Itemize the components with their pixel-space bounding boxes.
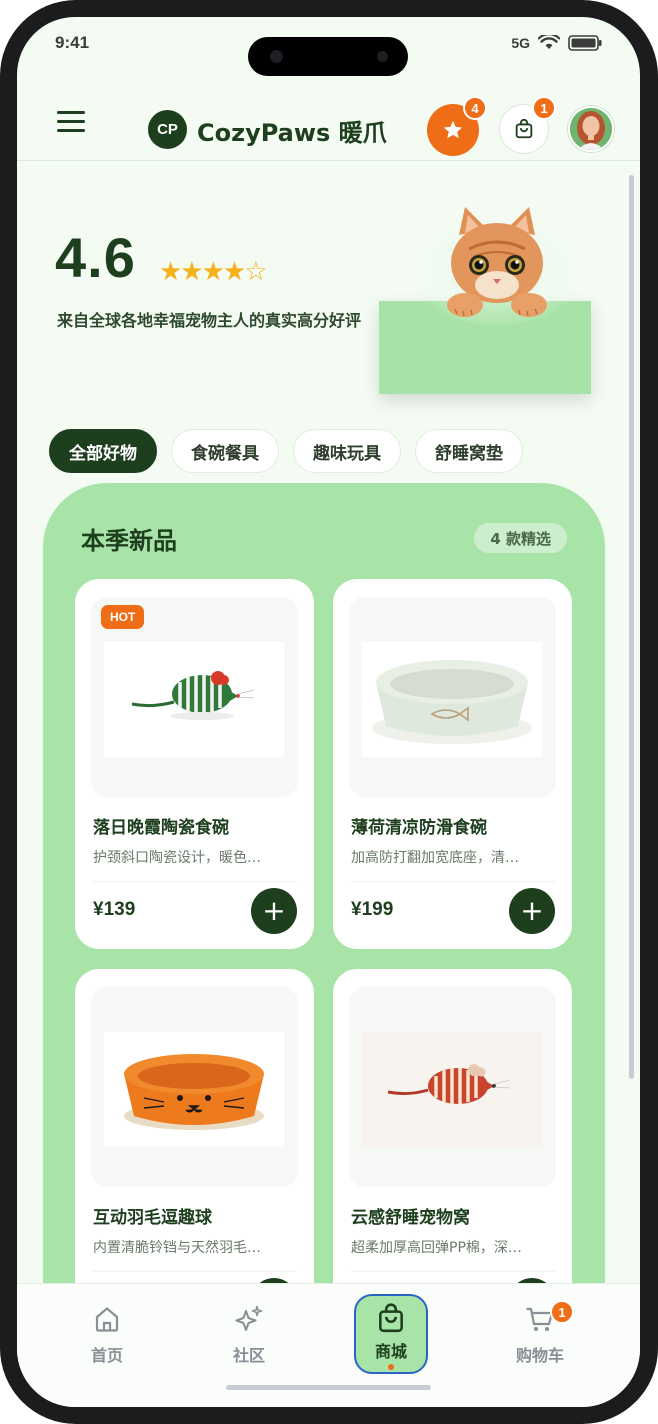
new-arrivals-panel: 本季新品 4 款精选 HOT 落日晚霞陶瓷食碗 护颈斜口陶瓷设计，暖色… ¥13… (43, 483, 605, 1343)
product-description: 护颈斜口陶瓷设计，暖色… (93, 850, 261, 866)
category-chips: 全部好物 食碗餐具 趣味玩具 舒睡窝垫 (49, 429, 523, 473)
scrollbar[interactable] (629, 175, 634, 1079)
shopping-bag-icon (515, 118, 533, 139)
tab-home[interactable]: 首页 (67, 1304, 147, 1366)
avatar-image (570, 108, 612, 150)
card-divider (93, 1271, 297, 1272)
product-price: ¥139 (93, 899, 136, 920)
rating-caption: 来自全球各地幸福宠物主人的真实高分好评 (57, 311, 362, 330)
home-icon (95, 1307, 119, 1332)
chip-all[interactable]: 全部好物 (49, 429, 157, 473)
product-name: 落日晚霞陶瓷食碗 (93, 818, 229, 838)
tab-community-label: 社区 (232, 1346, 265, 1365)
home-indicator (226, 1385, 431, 1390)
header-cart-button[interactable]: 1 (499, 96, 556, 154)
tab-community[interactable]: 社区 (209, 1304, 289, 1366)
red-mouse-toy-image (362, 1032, 542, 1147)
phone-frame: 9:41 5G CP CozyPaws 暖爪 4 1 4.6 ★★★★☆ 来自全… (0, 0, 658, 1424)
rating-hero: 4.6 ★★★★☆ 来自全球各地幸福宠物主人的真实高分好评 (17, 177, 640, 417)
cat-peeking-image (407, 205, 587, 325)
app-header: CP CozyPaws 暖爪 4 1 (17, 81, 640, 161)
star-icon (443, 120, 463, 139)
active-dot-icon (388, 1364, 394, 1370)
app-screen: 9:41 5G CP CozyPaws 暖爪 4 1 4.6 ★★★★☆ 来自全… (17, 17, 640, 1407)
battery-icon (568, 35, 602, 51)
tab-shop-label: 商城 (374, 1342, 407, 1361)
product-description: 超柔加厚高回弹PP棉，深… (351, 1240, 522, 1256)
sparkle-icon (235, 1305, 263, 1331)
card-divider (351, 1271, 555, 1272)
card-divider (351, 881, 555, 882)
favorites-badge: 4 (463, 96, 487, 120)
shopping-bag-icon (379, 1303, 403, 1333)
chip-beds[interactable]: 舒睡窝垫 (415, 429, 523, 473)
status-icons: 5G (511, 35, 602, 51)
menu-line-icon (57, 120, 85, 123)
rating-value: 4.6 (55, 226, 136, 289)
menu-line-icon (57, 129, 85, 132)
striped-mouse-toy-image (104, 642, 284, 757)
product-name: 互动羽毛逗趣球 (93, 1208, 212, 1228)
add-to-cart-button[interactable]: + (251, 888, 297, 934)
brand-name: CozyPaws 暖爪 (197, 119, 387, 147)
chip-bowls[interactable]: 食碗餐具 (171, 429, 279, 473)
product-price: ¥199 (351, 899, 394, 920)
menu-button[interactable] (57, 111, 85, 135)
favorites-button[interactable]: 4 (427, 96, 487, 156)
rating-stars-icon: ★★★★☆ (159, 257, 268, 287)
product-card[interactable]: 薄荷清凉防滑食碗 加高防打翻加宽底座，清… ¥199 + (333, 579, 572, 949)
tab-home-label: 首页 (90, 1346, 123, 1365)
product-image-area (349, 597, 556, 797)
product-description: 内置清脆铃铛与天然羽毛… (93, 1240, 261, 1256)
product-description: 加高防打翻加宽底座，清… (351, 850, 519, 866)
product-image-area (349, 987, 556, 1187)
network-label: 5G (511, 35, 530, 51)
mint-bowl-image (362, 642, 542, 757)
status-time: 9:41 (55, 33, 90, 52)
chip-toys[interactable]: 趣味玩具 (293, 429, 401, 473)
tab-cart[interactable]: 购物车 1 (500, 1300, 580, 1366)
wifi-icon (538, 35, 560, 49)
dynamic-island (248, 37, 408, 76)
card-divider (93, 881, 297, 882)
menu-line-icon (57, 111, 85, 114)
product-image-area (91, 987, 298, 1187)
cart-badge: 1 (532, 96, 556, 120)
section-count-badge: 4 款精选 (474, 523, 567, 553)
hot-tag: HOT (101, 605, 145, 629)
add-to-cart-button[interactable]: + (509, 888, 555, 934)
product-name: 云感舒睡宠物窝 (351, 1208, 470, 1228)
product-card[interactable]: HOT 落日晚霞陶瓷食碗 护颈斜口陶瓷设计，暖色… ¥139 + (75, 579, 314, 949)
product-name: 薄荷清凉防滑食碗 (351, 818, 487, 838)
tab-shop[interactable]: 商城 (354, 1294, 428, 1374)
tab-cart-label: 购物车 (515, 1346, 564, 1365)
logo-mark: CP (148, 110, 187, 149)
orange-cat-bowl-image (104, 1032, 284, 1147)
status-bar: 9:41 5G (17, 17, 640, 76)
user-avatar[interactable] (568, 106, 614, 152)
section-title: 本季新品 (81, 527, 177, 555)
tab-cart-badge: 1 (550, 1300, 574, 1324)
